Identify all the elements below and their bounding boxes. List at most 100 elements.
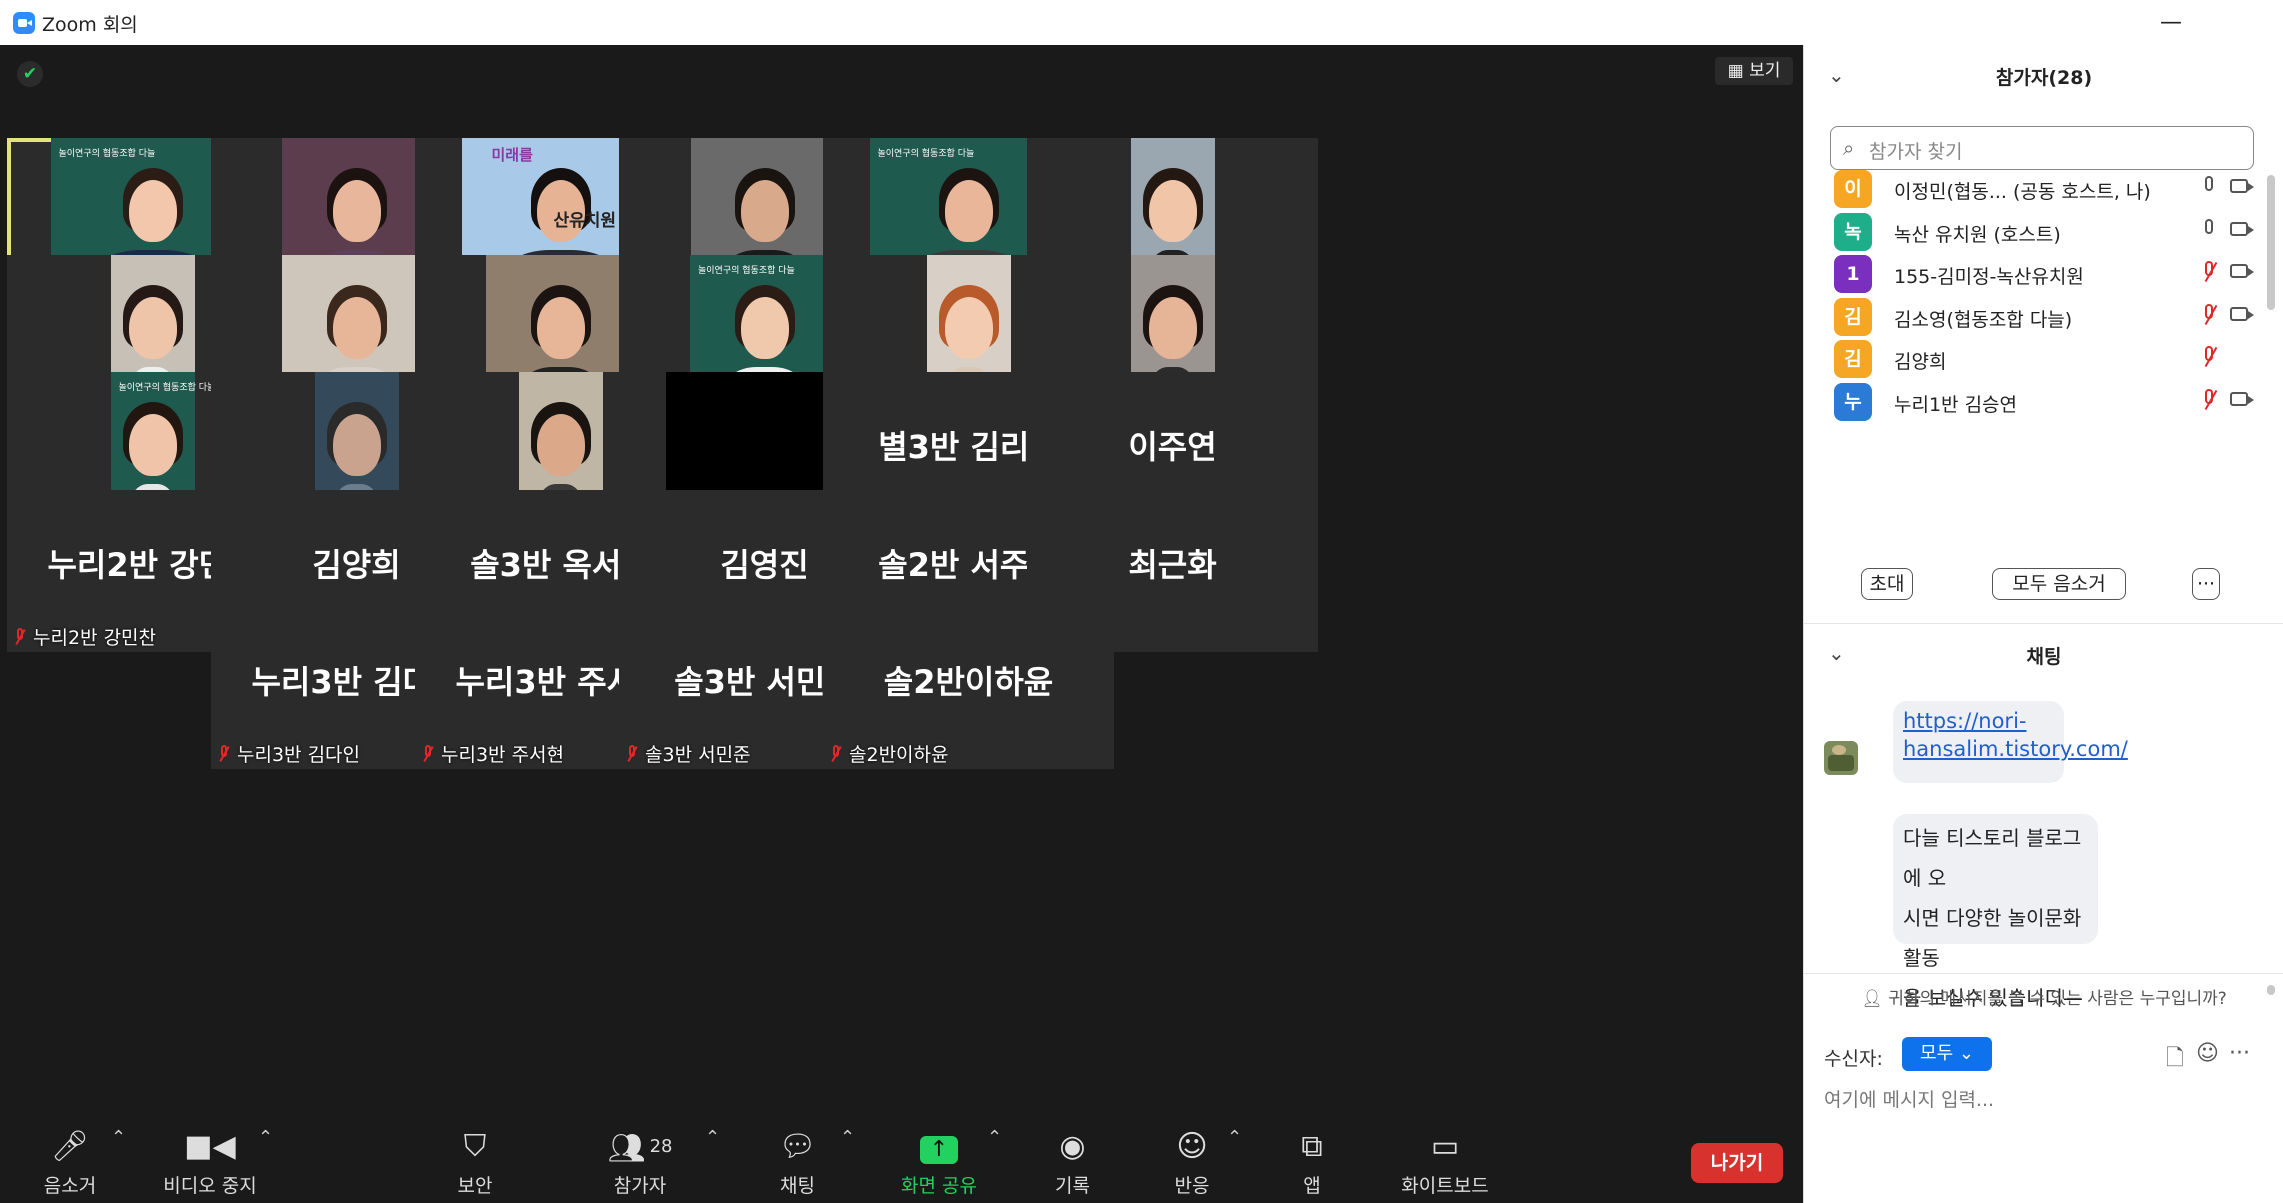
chat-button[interactable]: 💬︎ 채팅 bbox=[770, 1129, 825, 1198]
participant-face bbox=[536, 297, 585, 359]
stop-video-label: 비디오 중지 bbox=[163, 1175, 257, 1197]
video-camera-icon[interactable] bbox=[2230, 392, 2254, 406]
zoom-logo-icon bbox=[13, 12, 35, 34]
participants-panel-title: 참가자(28) bbox=[1995, 67, 2093, 89]
chat-divider bbox=[1804, 973, 2283, 974]
participant-name: 솔3반 서민준 bbox=[645, 744, 751, 766]
participant-display-name: 솔2반이하윤 bbox=[883, 663, 1054, 701]
view-label: 보기 bbox=[1749, 61, 1781, 81]
chat-label: 채팅 bbox=[780, 1175, 815, 1197]
microphone-icon[interactable] bbox=[2200, 218, 2220, 243]
whiteboard-button[interactable]: ▭ 화이트보드 bbox=[1395, 1129, 1495, 1198]
muted-mic-icon bbox=[625, 745, 639, 763]
recipient-label: 수신자: bbox=[1824, 1048, 1883, 1070]
security-button[interactable]: ⛉ 보안 bbox=[445, 1129, 505, 1198]
reactions-options-chevron-icon[interactable]: ⌃ bbox=[1227, 1127, 1242, 1148]
stop-video-button[interactable]: ■◀ 비디오 중지 bbox=[160, 1129, 260, 1198]
participant-row-name: 김소영(협동조합 다늘) bbox=[1894, 308, 2073, 331]
video-camera-icon[interactable] bbox=[2230, 179, 2254, 193]
participant-display-name: 이주연 bbox=[1128, 428, 1217, 466]
microphone-icon[interactable] bbox=[2200, 176, 2220, 200]
participants-label: 참가자 bbox=[613, 1175, 667, 1197]
video-camera-icon[interactable] bbox=[2230, 264, 2254, 279]
encryption-shield-icon[interactable]: ✔ bbox=[17, 61, 43, 87]
participant-face bbox=[128, 414, 177, 476]
recipient-value: 모두 bbox=[1920, 1043, 1954, 1064]
danul-banner-text: 놀이연구의 협동조합 다늘 bbox=[698, 266, 795, 276]
minimize-button-spacer bbox=[2150, 6, 2200, 40]
emoji-icon[interactable]: ☺ bbox=[2196, 1041, 2219, 1066]
share-screen-button[interactable]: ↑ 화면 공유 bbox=[895, 1129, 983, 1198]
recipient-select[interactable]: 모두 ⌄ bbox=[1902, 1037, 1992, 1071]
muted-mic-icon[interactable] bbox=[2200, 303, 2220, 328]
chat-more-icon[interactable]: ··· bbox=[2229, 1041, 2250, 1066]
microphone-icon: 🎤︎ bbox=[50, 1129, 90, 1164]
video-camera-icon[interactable] bbox=[2230, 221, 2254, 236]
participant-face bbox=[332, 297, 381, 359]
record-icon: ◉ bbox=[1059, 1129, 1086, 1164]
chat-link-part1[interactable]: https://nori- bbox=[1903, 709, 2026, 733]
participant-row-name: 이정민(협동... (공동 호스트, 나) bbox=[1894, 181, 2151, 203]
file-icon[interactable]: 🗋︎ bbox=[2166, 1041, 2184, 1079]
mute-button[interactable]: 🎤︎ 음소거 bbox=[30, 1129, 110, 1198]
smiley-plus-icon: ☺ bbox=[1176, 1129, 1208, 1164]
participants-count: 28 bbox=[649, 1136, 673, 1157]
muted-mic-icon[interactable] bbox=[2200, 346, 2220, 370]
participant-row[interactable]: 누 누리1반 김승연 bbox=[1834, 377, 2254, 427]
participant-avatar: 누 bbox=[1834, 383, 1872, 421]
reactions-button[interactable]: ☺ 반응 bbox=[1166, 1129, 1218, 1198]
participants-button[interactable]: 👥︎ 28 참가자 bbox=[600, 1129, 680, 1198]
chat-options-chevron-icon[interactable]: ⌃ bbox=[840, 1127, 855, 1148]
leave-button[interactable]: 나가기 bbox=[1691, 1143, 1783, 1183]
muted-mic-icon[interactable] bbox=[2200, 261, 2220, 285]
participant-name: 누리2반 강민찬 bbox=[33, 627, 157, 649]
muted-mic-icon[interactable] bbox=[2200, 389, 2220, 413]
participant-face bbox=[332, 180, 381, 242]
record-label: 기록 bbox=[1055, 1175, 1090, 1197]
participant-name-label: 솔3반 서민준 bbox=[625, 740, 751, 767]
title-bar: Zoom 회의 — bbox=[0, 0, 2283, 46]
video-options-chevron-icon[interactable]: ⌃ bbox=[258, 1127, 273, 1148]
muted-mic-icon bbox=[217, 745, 231, 763]
participant-display-name: 최근화 bbox=[1128, 546, 1217, 584]
participant-tile[interactable]: 솔2반이하윤 솔2반이하윤 bbox=[823, 607, 1114, 769]
share-options-chevron-icon[interactable]: ⌃ bbox=[987, 1127, 1002, 1148]
video-camera-icon: ■◀ bbox=[184, 1129, 236, 1164]
participant-name: 누리3반 김다인 bbox=[237, 744, 361, 766]
panel-divider bbox=[1804, 623, 2283, 624]
security-label: 보안 bbox=[457, 1175, 493, 1197]
participant-list-scrollbar[interactable] bbox=[2267, 175, 2275, 310]
video-area: ✔ ▦ 보기 놀이연구의 협동조합 다늘📌︎이정민(협동조합 다늘)누리1반 김… bbox=[0, 45, 1803, 1203]
who-can-see-link[interactable]: 👤︎ 귀하의 메시지를 볼 수 있는 사람은 누구입니까? bbox=[1804, 984, 2283, 1009]
record-button[interactable]: ◉ 기록 bbox=[1045, 1129, 1100, 1198]
whiteboard-label: 화이트보드 bbox=[1401, 1175, 1489, 1197]
danul-banner-text: 놀이연구의 협동조합 다늘 bbox=[58, 149, 156, 159]
shield-icon: ⛉ bbox=[463, 1129, 487, 1164]
chat-message-input[interactable]: 여기에 메시지 입력... bbox=[1824, 1085, 1994, 1112]
chat-message-line-2: 시면 다양한 놀이문화 활동 bbox=[1903, 906, 2082, 970]
view-button[interactable]: ▦ 보기 bbox=[1715, 57, 1793, 85]
participant-row-name: 녹산 유치원 (호스트) bbox=[1894, 223, 2061, 246]
chat-panel-title: 채팅 bbox=[2026, 646, 2062, 668]
who-can-see-text: 귀하의 메시지를 볼 수 있는 사람은 누구입니까? bbox=[1888, 989, 2227, 1009]
audio-options-chevron-icon[interactable]: ⌃ bbox=[111, 1127, 126, 1148]
participant-face bbox=[740, 180, 789, 242]
grid-icon: ▦ bbox=[1727, 61, 1750, 81]
mute-all-button[interactable]: 모두 음소거 bbox=[1992, 568, 2126, 600]
video-camera-icon[interactable] bbox=[2230, 306, 2254, 321]
participant-name: 솔2반이하윤 bbox=[849, 744, 949, 766]
more-options-button[interactable]: ··· bbox=[2192, 568, 2220, 600]
participant-row-name: 누리1반 김승연 bbox=[1894, 394, 2018, 416]
participant-avatar: 김 bbox=[1834, 340, 1872, 379]
mute-label: 음소거 bbox=[43, 1175, 97, 1197]
people-icon: 👤︎ bbox=[1861, 989, 1889, 1009]
apps-button[interactable]: ⧉ 앱 bbox=[1292, 1129, 1332, 1198]
share-screen-label: 화면 공유 bbox=[901, 1175, 977, 1197]
chevron-down-icon: ⌄ bbox=[1958, 1043, 1974, 1064]
chat-link-part2[interactable]: hansalim.tistory.com/ bbox=[1903, 737, 2128, 761]
participant-face bbox=[536, 414, 585, 476]
participant-avatar: 이 bbox=[1834, 170, 1872, 208]
invite-button[interactable]: 초대 bbox=[1861, 568, 1913, 600]
participants-options-chevron-icon[interactable]: ⌃ bbox=[705, 1127, 720, 1148]
participant-face bbox=[1148, 180, 1197, 242]
